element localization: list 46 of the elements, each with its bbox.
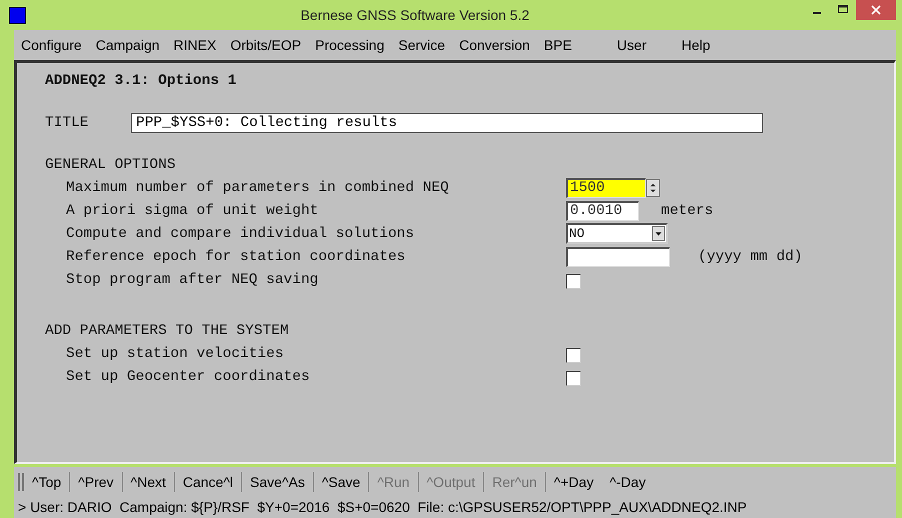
close-icon[interactable] bbox=[856, 0, 896, 20]
menu-item[interactable]: RINEX bbox=[166, 37, 224, 53]
toolbar-button[interactable]: ^-Day bbox=[602, 472, 654, 492]
grip-icon bbox=[18, 473, 24, 491]
menu-item[interactable]: Configure bbox=[14, 37, 89, 53]
spinner-icon[interactable] bbox=[646, 178, 660, 196]
field-label: Set up Geocenter coordinates bbox=[66, 368, 311, 384]
checkbox[interactable] bbox=[566, 274, 581, 289]
section-heading: ADD PARAMETERS TO THE SYSTEM bbox=[45, 322, 290, 341]
menu-item[interactable]: Campaign bbox=[88, 37, 167, 53]
field-label: TITLE bbox=[45, 115, 90, 131]
field-label: Stop program after NEQ saving bbox=[66, 272, 320, 288]
panel-heading: ADDNEQ2 3.1: Options 1 bbox=[45, 72, 238, 91]
field-label: A priori sigma of unit weight bbox=[66, 202, 320, 218]
field-label: Reference epoch for station coordinates bbox=[66, 248, 406, 264]
checkbox[interactable] bbox=[566, 348, 581, 363]
dropdown[interactable]: NO bbox=[566, 223, 668, 244]
menu-item[interactable]: Service bbox=[391, 37, 452, 53]
toolbar-button[interactable]: ^+Day bbox=[544, 472, 602, 492]
menu-item[interactable]: User bbox=[610, 37, 674, 53]
toolbar-button[interactable]: ^Next bbox=[122, 472, 174, 492]
field-label: Maximum number of parameters in combined NEQ bbox=[66, 180, 450, 196]
section-heading: GENERAL OPTIONS bbox=[45, 156, 177, 175]
toolbar-button[interactable]: ^Prev bbox=[69, 472, 122, 492]
menu-item[interactable]: BPE bbox=[536, 37, 610, 53]
caret-icon[interactable] bbox=[652, 226, 665, 241]
toolbar-button[interactable]: Save^As bbox=[241, 472, 313, 492]
format-hint: (yyyy mm dd) bbox=[698, 248, 802, 264]
toolbar-button[interactable]: ^Top bbox=[30, 472, 70, 492]
toolbar-button[interactable]: ^Save bbox=[312, 472, 368, 492]
unit-label: meters bbox=[661, 202, 714, 218]
menu-item[interactable]: Conversion bbox=[452, 37, 537, 53]
date-field[interactable] bbox=[566, 246, 670, 266]
window-title: Bernese GNSS Software Version 5.2 bbox=[300, 7, 530, 23]
status-bar: > User: DARIO Campaign: ${P}/RSF $Y+0=2016 $S+0=0620 File: c:\GPSUSER52/OPT\PPP_AUX\ADDNEQ2.INP bbox=[14, 497, 896, 518]
menu-item[interactable]: Processing bbox=[308, 37, 392, 53]
menu-item[interactable]: Orbits/EOP bbox=[223, 37, 308, 53]
menu-item[interactable]: Help bbox=[674, 37, 718, 53]
toolbar-button[interactable]: Cance^l bbox=[174, 472, 242, 492]
number-field[interactable]: 1500 bbox=[566, 178, 646, 198]
field-label: Compute and compare individual solutions bbox=[66, 226, 416, 242]
app-icon bbox=[9, 6, 26, 24]
text-field[interactable]: 0.0010 bbox=[566, 200, 639, 220]
checkbox[interactable] bbox=[566, 371, 581, 386]
title-field[interactable]: PPP_$YSS+0: Collecting results bbox=[131, 113, 763, 133]
field-label: Set up station velocities bbox=[66, 346, 285, 362]
